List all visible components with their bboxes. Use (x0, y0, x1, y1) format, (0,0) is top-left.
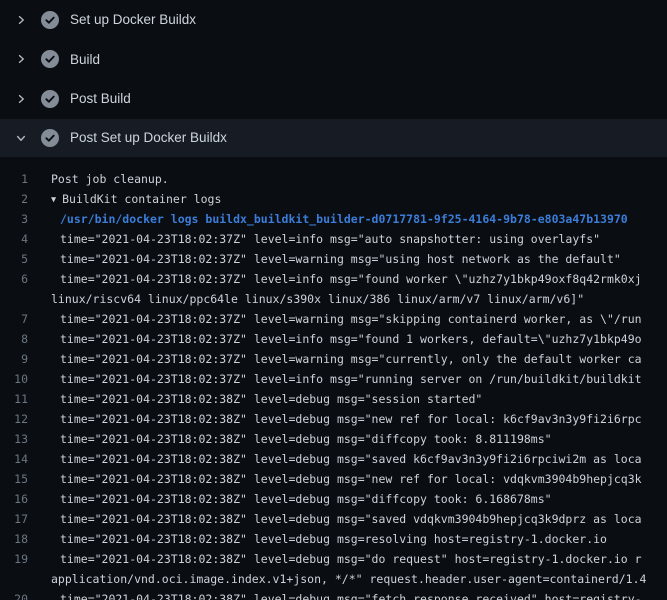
line-number[interactable]: 17 (0, 512, 28, 526)
log-line: 10 time="2021-04-23T18:02:37Z" level=info… (0, 369, 667, 389)
log-text: Post job cleanup. (51, 172, 169, 186)
check-circle-icon (41, 11, 59, 29)
log-text: time="2021-04-23T18:02:38Z" level=debug … (60, 552, 642, 566)
log-text: linux/riscv64 linux/ppc64le linux/s390x … (51, 292, 584, 306)
step-header-post-build[interactable]: Post Build (0, 79, 667, 119)
line-number[interactable]: 8 (0, 332, 28, 346)
log-text: time="2021-04-23T18:02:37Z" level=warnin… (60, 312, 642, 326)
log-line: 17 time="2021-04-23T18:02:38Z" level=debu… (0, 509, 667, 529)
log-text: time="2021-04-23T18:02:38Z" level=debug … (60, 472, 642, 486)
log-line: 16 time="2021-04-23T18:02:38Z" level=debu… (0, 489, 667, 509)
line-number[interactable]: 1 (0, 172, 28, 186)
line-number[interactable]: 14 (0, 452, 28, 466)
line-number[interactable]: 20 (0, 592, 28, 600)
line-number[interactable]: 6 (0, 272, 28, 286)
line-number[interactable]: 19 (0, 552, 28, 566)
chevron-down-icon (14, 131, 28, 145)
log-line: linux/riscv64 linux/ppc64le linux/s390x … (0, 289, 667, 309)
log-text: time="2021-04-23T18:02:37Z" level=warnin… (60, 252, 621, 266)
check-circle-icon (41, 50, 59, 68)
line-number[interactable]: 16 (0, 492, 28, 506)
chevron-right-icon (14, 52, 28, 66)
log-text: application/vnd.oci.image.index.v1+json,… (51, 572, 646, 586)
log-text: time="2021-04-23T18:02:38Z" level=debug … (60, 592, 642, 600)
line-number[interactable]: 10 (0, 372, 28, 386)
log-line: 2 ▼BuildKit container logs (0, 189, 667, 209)
check-circle-icon (41, 90, 59, 108)
log-line: 9 time="2021-04-23T18:02:37Z" level=warni… (0, 349, 667, 369)
log-line: 19 time="2021-04-23T18:02:38Z" level=debu… (0, 549, 667, 569)
log-text: time="2021-04-23T18:02:38Z" level=debug … (60, 392, 482, 406)
log-text: time="2021-04-23T18:02:37Z" level=info m… (60, 272, 642, 286)
line-number[interactable]: 15 (0, 472, 28, 486)
step-header-build[interactable]: Build (0, 40, 667, 80)
line-number[interactable]: 13 (0, 432, 28, 446)
line-number[interactable]: 3 (0, 212, 28, 226)
log-text: time="2021-04-23T18:02:38Z" level=debug … (60, 452, 642, 466)
line-number[interactable]: 7 (0, 312, 28, 326)
log-line: 5 time="2021-04-23T18:02:37Z" level=warni… (0, 249, 667, 269)
log-text: time="2021-04-23T18:02:38Z" level=debug … (60, 492, 552, 506)
log-text: time="2021-04-23T18:02:38Z" level=debug … (60, 412, 642, 426)
log-line: 20 time="2021-04-23T18:02:38Z" level=debu… (0, 589, 667, 600)
log-lines: 1 Post job cleanup. 2 ▼BuildKit container l… (0, 157, 667, 600)
log-line: 14 time="2021-04-23T18:02:38Z" level=debu… (0, 449, 667, 469)
line-number[interactable]: 18 (0, 532, 28, 546)
chevron-right-icon (14, 92, 28, 106)
step-title: Post Build (70, 91, 131, 106)
log-text: time="2021-04-23T18:02:37Z" level=info m… (60, 332, 642, 346)
log-text: time="2021-04-23T18:02:38Z" level=debug … (60, 432, 552, 446)
check-circle-icon (41, 129, 59, 147)
line-number[interactable]: 4 (0, 232, 28, 246)
log-line: 15 time="2021-04-23T18:02:38Z" level=debu… (0, 469, 667, 489)
line-number[interactable]: 2 (0, 192, 28, 206)
line-number[interactable]: 5 (0, 252, 28, 266)
log-line: 7 time="2021-04-23T18:02:37Z" level=warni… (0, 309, 667, 329)
log-line: application/vnd.oci.image.index.v1+json,… (0, 569, 667, 589)
step-title: Build (70, 52, 100, 67)
log-text: time="2021-04-23T18:02:38Z" level=debug … (60, 532, 607, 546)
log-text: time="2021-04-23T18:02:37Z" level=warnin… (60, 352, 642, 366)
line-number[interactable]: 9 (0, 352, 28, 366)
log-line: 11 time="2021-04-23T18:02:38Z" level=debu… (0, 389, 667, 409)
log-line: 13 time="2021-04-23T18:02:38Z" level=debu… (0, 429, 667, 449)
line-number[interactable]: 11 (0, 392, 28, 406)
log-line: 12 time="2021-04-23T18:02:38Z" level=debu… (0, 409, 667, 429)
log-line: 1 Post job cleanup. (0, 169, 667, 189)
log-line: 18 time="2021-04-23T18:02:38Z" level=debu… (0, 529, 667, 549)
step-header-set-up-docker-buildx[interactable]: Set up Docker Buildx (0, 0, 667, 40)
step-header-post-set-up-docker-buildx[interactable]: Post Set up Docker Buildx (0, 119, 667, 157)
log-line: 6 time="2021-04-23T18:02:37Z" level=info … (0, 269, 667, 289)
log-text: time="2021-04-23T18:02:37Z" level=info m… (60, 232, 600, 246)
log-text: ▼BuildKit container logs (51, 192, 221, 206)
line-number[interactable]: 12 (0, 412, 28, 426)
chevron-right-icon (14, 13, 28, 27)
log-line: 4 time="2021-04-23T18:02:37Z" level=info … (0, 229, 667, 249)
actions-log-viewer: Set up Docker Buildx Build P (0, 0, 667, 600)
step-title: Post Set up Docker Buildx (70, 130, 227, 145)
command-text: /usr/bin/docker logs buildx_buildkit_bui… (60, 212, 628, 226)
log-text: time="2021-04-23T18:02:38Z" level=debug … (60, 512, 642, 526)
log-text: time="2021-04-23T18:02:37Z" level=info m… (60, 372, 642, 386)
group-toggle-icon[interactable]: ▼ (51, 195, 56, 205)
step-title: Set up Docker Buildx (70, 12, 196, 27)
steps-list: Set up Docker Buildx Build P (0, 0, 667, 157)
log-line: 8 time="2021-04-23T18:02:37Z" level=info … (0, 329, 667, 349)
log-line: 3/usr/bin/docker logs buildx_buildkit_bu… (0, 209, 667, 229)
